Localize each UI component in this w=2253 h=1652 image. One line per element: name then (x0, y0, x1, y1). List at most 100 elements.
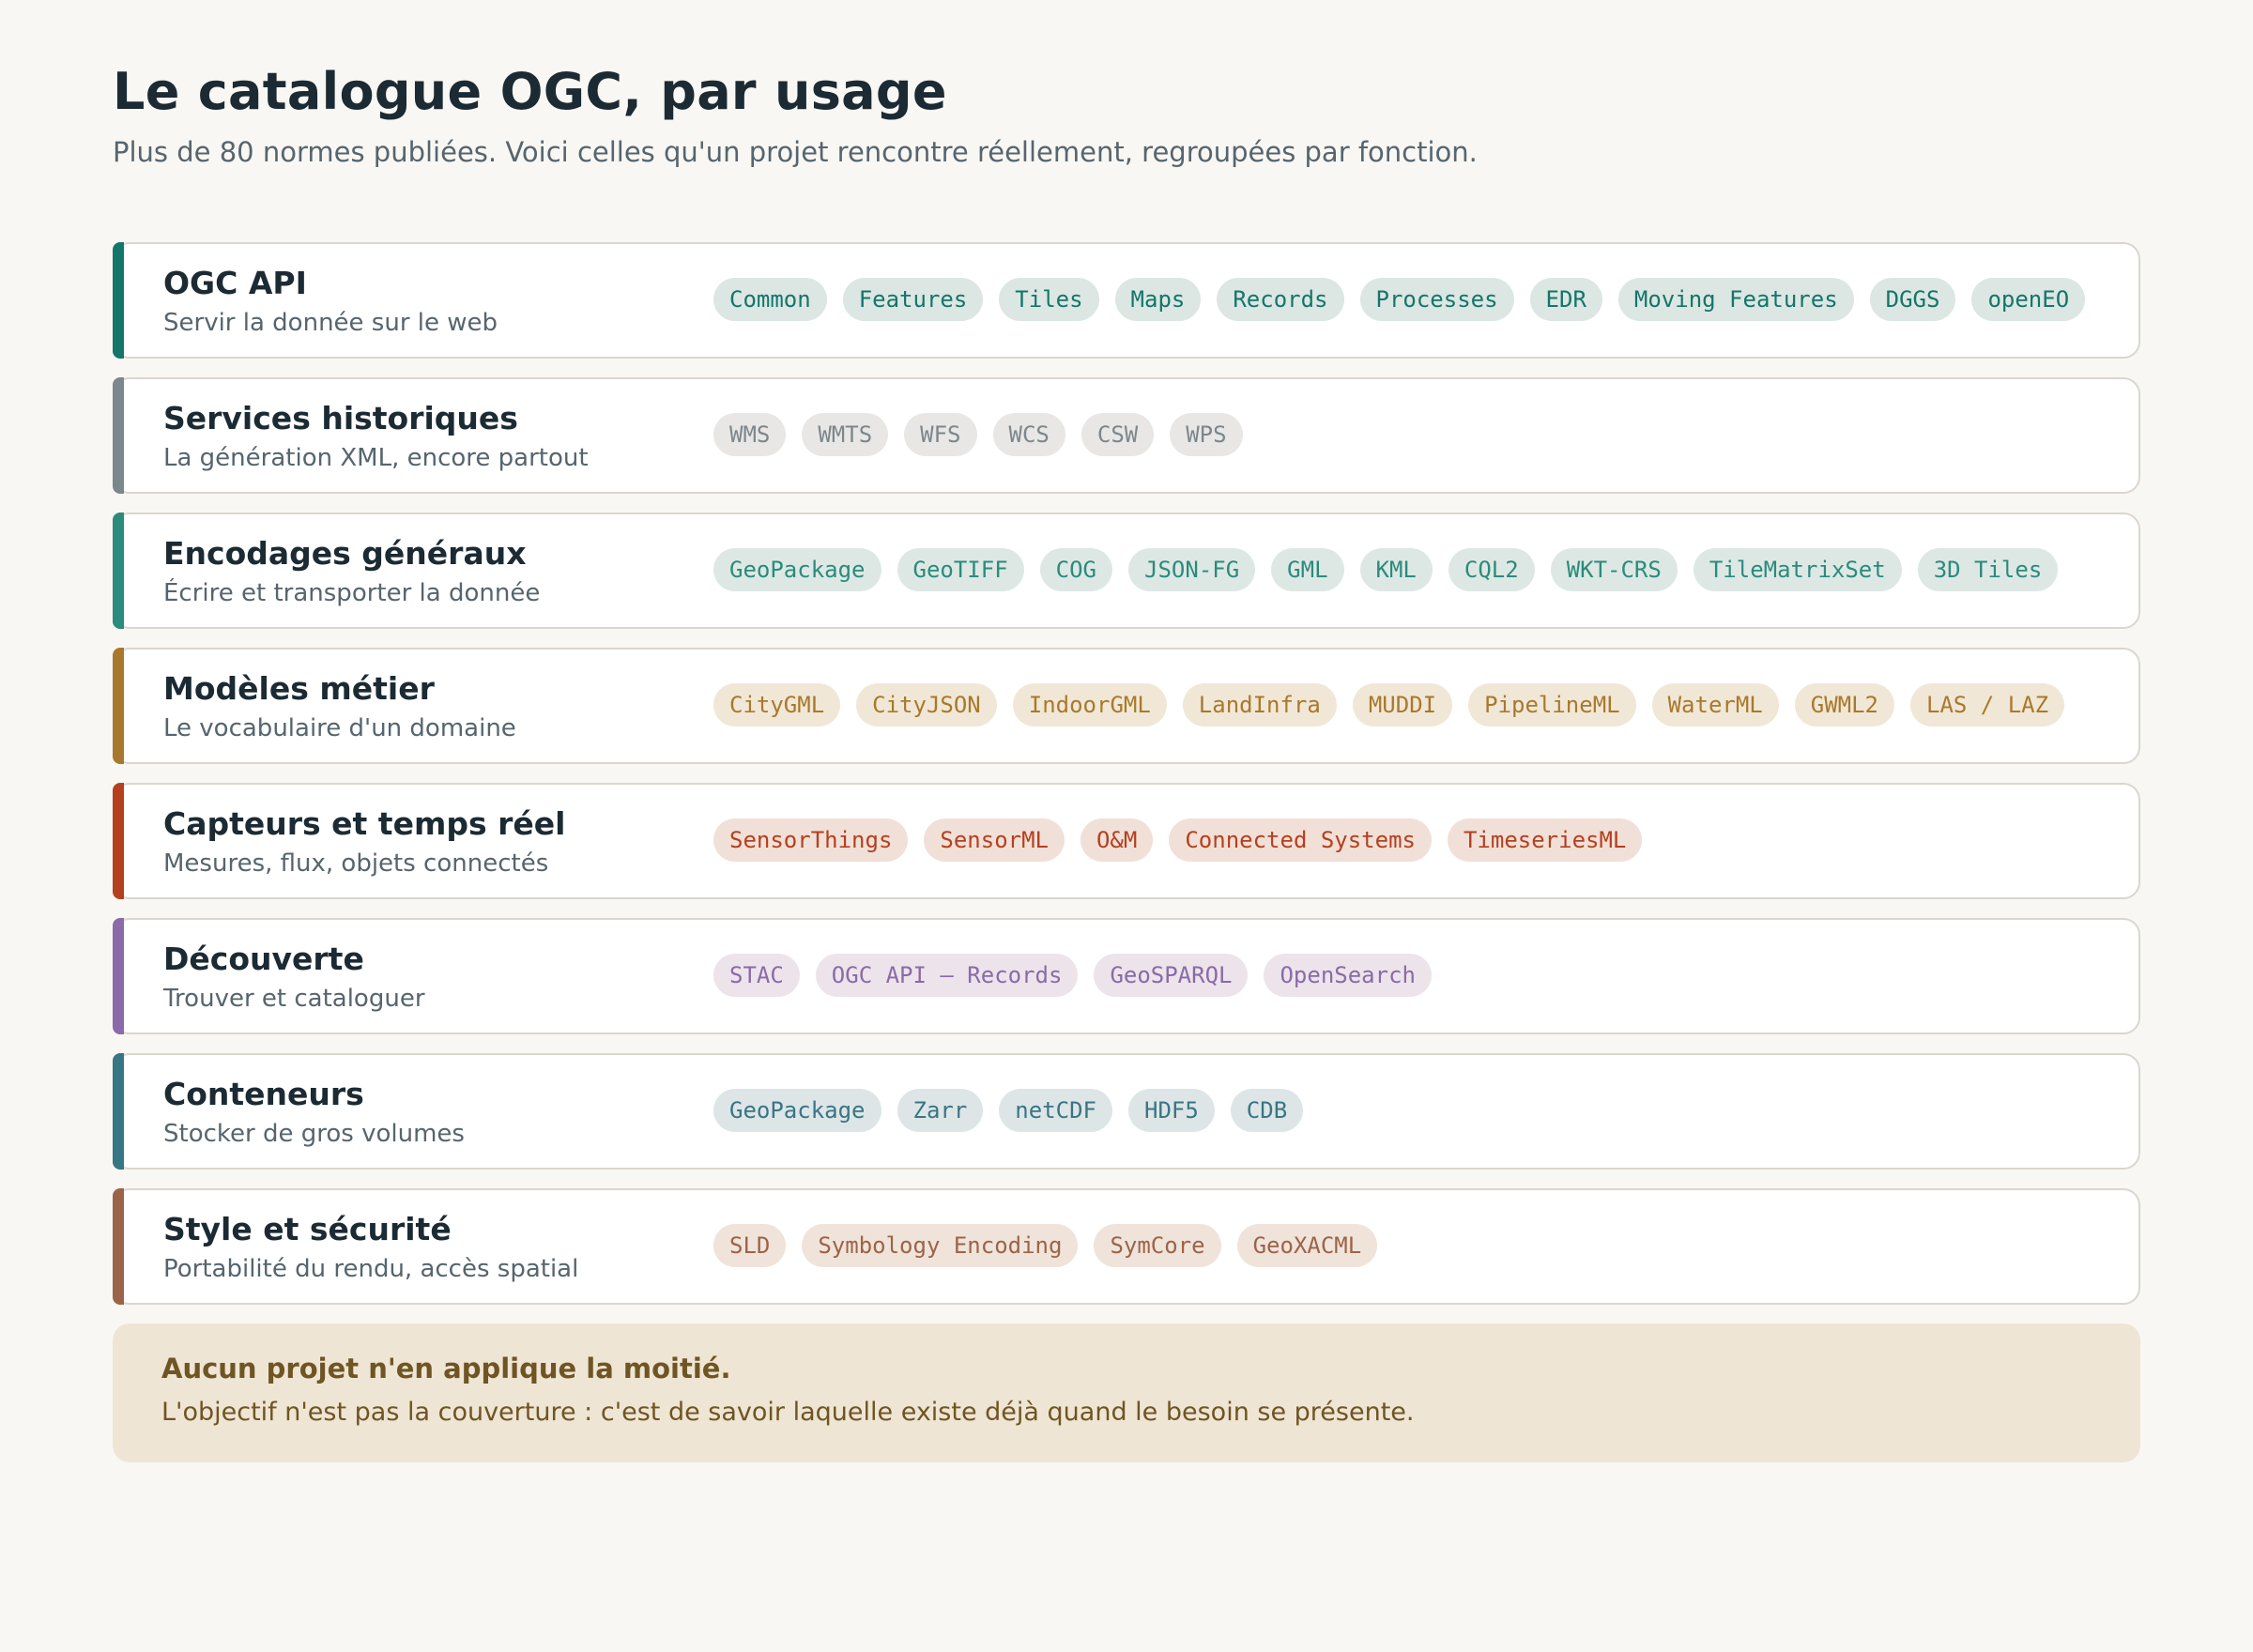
standard-tag: 3D Tiles (1917, 548, 2059, 591)
standard-tag: Records (1217, 278, 1344, 321)
category-name: Découverte (163, 941, 364, 977)
standard-tag: MUDDI (1352, 683, 1453, 727)
standard-tag: TimeseriesML (1447, 818, 1643, 862)
standard-tag: WaterML (1651, 683, 1779, 727)
standard-tag: Maps (1114, 278, 1202, 321)
page-subtitle: Plus de 80 normes publiées. Voici celles… (113, 136, 1478, 168)
standard-tag: WFS (904, 413, 977, 456)
category-description: Servir la donnée sur le web (163, 309, 498, 337)
standard-tag: GeoPackage (713, 1089, 881, 1132)
category-name: Services historiques (163, 400, 518, 436)
standard-tag-list: WMS WMTS WFS WCS CSW WPS (713, 413, 1243, 456)
category-header: Style et sécurité Portabilité du rendu, a… (163, 1209, 689, 1286)
category-name: Style et sécurité (163, 1211, 452, 1247)
standard-tag-list: SensorThings SensorML O&M Connected Systems… (713, 818, 1643, 862)
standard-tag: WPS (1170, 413, 1243, 456)
category-list: OGC API Servir la donnée sur le web Common… (113, 242, 2140, 1305)
standard-tag-list: STAC OGC API — Records GeoSPARQL OpenSearch (713, 954, 1432, 997)
standard-tag: GeoTIFF (897, 548, 1024, 591)
standard-tag: GeoSPARQL (1094, 954, 1249, 997)
standard-tag: WCS (992, 413, 1065, 456)
standard-tag: GWML2 (1794, 683, 1894, 727)
category-card-capteurs: Capteurs et temps réel Mesures, flux, obj… (113, 783, 2140, 899)
standard-tag: SensorML (924, 818, 1065, 862)
category-accent-bar (113, 512, 124, 629)
standard-tag: Symbology Encoding (802, 1224, 1079, 1267)
standard-tag: KML (1359, 548, 1433, 591)
standard-tag: CQL2 (1448, 548, 1535, 591)
standard-tag: DGGS (1869, 278, 1956, 321)
category-header: Découverte Trouver et cataloguer (163, 939, 689, 1016)
standard-tag-list: GeoPackage Zarr netCDF HDF5 CDB (713, 1089, 1304, 1132)
standard-tag: EDR (1529, 278, 1602, 321)
category-description: Trouver et cataloguer (163, 985, 425, 1013)
standard-tag: HDF5 (1128, 1089, 1215, 1132)
standard-tag: SLD (713, 1224, 787, 1267)
category-accent-bar (113, 918, 124, 1034)
standard-tag-list: SLD Symbology Encoding SymCore GeoXACML (713, 1224, 1378, 1267)
standard-tag: CDB (1230, 1089, 1304, 1132)
category-accent-bar (113, 1188, 124, 1305)
standard-tag: OGC API — Records (815, 954, 1079, 997)
standard-tag-list: Common Features Tiles Maps Records Processes E… (713, 278, 2086, 321)
standard-tag: O&M (1080, 818, 1154, 862)
standard-tag-list: GeoPackage GeoTIFF COG JSON-FG GML KML CQL2 WKT… (713, 548, 2059, 591)
standard-tag: SensorThings (713, 818, 909, 862)
category-header: Modèles métier Le vocabulaire d'un domain… (163, 668, 689, 745)
category-header: Encodages généraux Écrire et transporter … (163, 533, 689, 610)
standard-tag: JSON-FG (1128, 548, 1256, 591)
category-description: Le vocabulaire d'un domaine (163, 714, 516, 742)
standard-tag: GML (1271, 548, 1344, 591)
standard-tag: GeoPackage (713, 548, 881, 591)
category-accent-bar (113, 377, 124, 494)
standard-tag: PipelineML (1468, 683, 1636, 727)
category-description: La génération XML, encore partout (163, 444, 589, 472)
category-header: Services historiques La génération XML, e… (163, 398, 689, 475)
standard-tag: Tiles (999, 278, 1099, 321)
callout-note: Aucun projet n'en applique la moitié. L'… (113, 1323, 2140, 1462)
standard-tag: WMTS (802, 413, 889, 456)
standard-tag: Moving Features (1617, 278, 1854, 321)
category-name: Encodages généraux (163, 535, 527, 572)
category-card-modeles-metier: Modèles métier Le vocabulaire d'un domain… (113, 648, 2140, 764)
standard-tag: openEO (1971, 278, 2086, 321)
category-name: Capteurs et temps réel (163, 805, 566, 842)
standard-tag: STAC (713, 954, 800, 997)
page: Le catalogue OGC, par usage Plus de 80 n… (0, 0, 2253, 1462)
standard-tag: SymCore (1094, 1224, 1221, 1267)
category-header: Conteneurs Stocker de gros volumes (163, 1074, 689, 1151)
category-description: Mesures, flux, objets connectés (163, 849, 549, 878)
standard-tag: GeoXACML (1236, 1224, 1378, 1267)
callout-title: Aucun projet n'en applique la moitié. (161, 1353, 731, 1384)
standard-tag: TileMatrixSet (1693, 548, 1902, 591)
standard-tag: netCDF (999, 1089, 1112, 1132)
category-header: Capteurs et temps réel Mesures, flux, obj… (163, 803, 689, 880)
standard-tag: Connected Systems (1169, 818, 1432, 862)
category-description: Écrire et transporter la donnée (163, 579, 541, 607)
category-name: OGC API (163, 265, 307, 301)
category-accent-bar (113, 783, 124, 899)
category-description: Stocker de gros volumes (163, 1120, 465, 1148)
category-card-decouverte: Découverte Trouver et cataloguer STAC OGC A… (113, 918, 2140, 1034)
category-name: Modèles métier (163, 670, 435, 707)
callout-text: L'objectif n'est pas la couverture : c'e… (161, 1398, 1415, 1427)
category-accent-bar (113, 648, 124, 764)
standard-tag: Common (713, 278, 827, 321)
category-header: OGC API Servir la donnée sur le web (163, 263, 689, 340)
standard-tag: OpenSearch (1264, 954, 1432, 997)
standard-tag: IndoorGML (1012, 683, 1167, 727)
category-accent-bar (113, 242, 124, 359)
category-card-style-securite: Style et sécurité Portabilité du rendu, a… (113, 1188, 2140, 1305)
category-card-conteneurs: Conteneurs Stocker de gros volumes GeoPack… (113, 1053, 2140, 1170)
category-card-services-historiques: Services historiques La génération XML, e… (113, 377, 2140, 494)
standard-tag: CityGML (713, 683, 841, 727)
standard-tag: Processes (1359, 278, 1514, 321)
category-card-encodages-generaux: Encodages généraux Écrire et transporter … (113, 512, 2140, 629)
category-card-ogc-api: OGC API Servir la donnée sur le web Common… (113, 242, 2140, 359)
category-name: Conteneurs (163, 1076, 364, 1112)
standard-tag: COG (1039, 548, 1113, 591)
standard-tag: WKT-CRS (1550, 548, 1678, 591)
category-accent-bar (113, 1053, 124, 1170)
standard-tag: CityJSON (856, 683, 997, 727)
standard-tag: CSW (1081, 413, 1155, 456)
